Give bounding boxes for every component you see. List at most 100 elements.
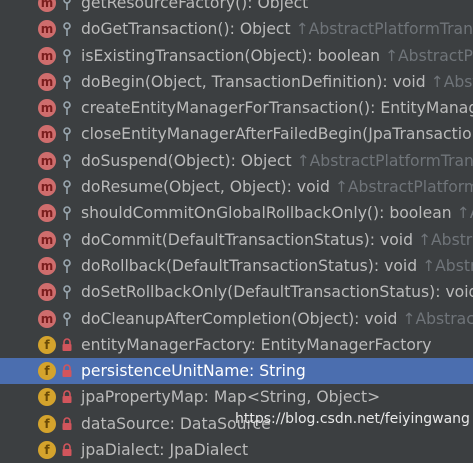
field-icon: f — [38, 414, 56, 433]
method-icon: m — [38, 46, 56, 65]
member-type: void — [364, 309, 398, 328]
lock-icon — [60, 337, 74, 353]
member-type: boolean — [317, 46, 380, 65]
member-type: String — [259, 362, 306, 381]
lock-icon — [60, 442, 74, 458]
member-row[interactable]: f entityManagerFactory: EntityManagerFact… — [0, 332, 473, 358]
method-icon: m — [38, 256, 56, 275]
member-type: Object — [239, 20, 291, 39]
pin-icon — [60, 311, 74, 327]
method-icon: m — [38, 125, 56, 144]
member-type: Map<String, Object> — [213, 388, 381, 407]
member-type: Object — [240, 151, 292, 170]
member-name: doCleanupAfterCompletion(Object): — [81, 309, 360, 328]
member-signature: doBegin(Object, TransactionDefinition): … — [81, 69, 473, 95]
member-row[interactable]: m doSuspend(Object): Object ↑AbstractPlat… — [0, 148, 473, 174]
inherited-from-label: ↑AbstractPlatformTransactionManager — [295, 20, 473, 39]
member-row[interactable]: m getResourceFactory(): Object — [0, 0, 473, 16]
member-row[interactable]: m doSetRollbackOnly(DefaultTransactionSta… — [0, 279, 473, 305]
member-name: doResume(Object, Object): — [81, 178, 292, 197]
member-row[interactable]: m doRollback(DefaultTransactionStatus): v… — [0, 253, 473, 279]
field-icon: f — [38, 388, 56, 407]
pin-icon — [60, 232, 74, 248]
lock-icon — [60, 416, 74, 432]
pin-icon — [60, 126, 74, 142]
member-name: doSetRollbackOnly(DefaultTransactionStat… — [81, 283, 441, 302]
member-row[interactable]: m doGetTransaction(): Object ↑AbstractPla… — [0, 16, 473, 42]
pin-icon — [60, 153, 74, 169]
member-signature: entityManagerFactory: EntityManagerFacto… — [81, 332, 432, 358]
method-icon: m — [38, 151, 56, 170]
member-row[interactable]: m closeEntityManagerAfterFailedBegin(JpaT… — [0, 121, 473, 147]
method-icon: m — [38, 20, 56, 39]
pin-icon — [60, 100, 74, 116]
method-icon: m — [38, 309, 56, 328]
member-name: doRollback(DefaultTransactionStatus): — [81, 256, 380, 275]
member-name: doGetTransaction(): — [81, 20, 235, 39]
member-signature: doSetRollbackOnly(DefaultTransactionStat… — [81, 279, 473, 305]
inherited-from-label: ↑AbstractPlatformTransactionManager — [422, 256, 473, 275]
member-row[interactable]: f persistenceUnitName: String — [0, 358, 473, 385]
member-name: entityManagerFactory: — [81, 335, 256, 354]
field-icon: f — [38, 362, 56, 381]
inherited-from-label: ↑AbstractPlatformTransactionManager — [402, 309, 473, 328]
member-row[interactable]: m isExistingTransaction(Object): boolean … — [0, 43, 473, 69]
member-type: EntityManagerFactory — [260, 335, 432, 354]
member-signature: doRollback(DefaultTransactionStatus): vo… — [81, 253, 473, 279]
member-row[interactable]: m doBegin(Object, TransactionDefinition):… — [0, 69, 473, 95]
member-type: void — [392, 72, 426, 91]
lock-icon — [60, 363, 74, 379]
member-type: void — [384, 256, 418, 275]
pin-icon — [60, 74, 74, 90]
member-row[interactable]: m doCommit(DefaultTransactionStatus): voi… — [0, 227, 473, 253]
member-signature: closeEntityManagerAfterFailedBegin(JpaTr… — [81, 121, 473, 147]
member-row[interactable]: f jpaPropertyMap: Map<String, Object> — [0, 384, 473, 410]
member-type: void — [379, 230, 413, 249]
member-row[interactable]: m doCleanupAfterCompletion(Object): void … — [0, 306, 473, 332]
member-type: Object — [257, 0, 309, 12]
pin-icon — [60, 258, 74, 274]
member-type: JpaDialect — [169, 441, 249, 460]
member-name: dataSource: — [81, 414, 175, 433]
pin-icon — [60, 284, 74, 300]
member-signature: doResume(Object, Object): void ↑Abstract… — [81, 174, 473, 200]
inherited-from-label: ↑AbstractPlatformTransactionManager — [430, 72, 473, 91]
watermark-text: https://blog.csdn.net/feiyingwang — [235, 411, 470, 427]
pin-icon — [60, 48, 74, 64]
member-signature: doCommit(DefaultTransactionStatus): void… — [81, 227, 473, 253]
member-type: boolean — [389, 204, 452, 223]
member-name: doBegin(Object, TransactionDefinition): — [81, 72, 388, 91]
member-signature: isExistingTransaction(Object): boolean ↑… — [81, 43, 473, 69]
member-signature: getResourceFactory(): Object — [81, 0, 308, 16]
member-type: void — [296, 178, 330, 197]
member-signature: doCleanupAfterCompletion(Object): void ↑… — [81, 306, 473, 332]
method-icon: m — [38, 0, 56, 12]
member-name: getResourceFactory(): — [81, 0, 253, 12]
member-signature: jpaPropertyMap: Map<String, Object> — [81, 384, 380, 410]
method-icon: m — [38, 178, 56, 197]
member-name: closeEntityManagerAfterFailedBegin(JpaTr… — [81, 125, 473, 144]
inherited-from-label: ↑AbstractPlatformTransactionManager — [296, 151, 473, 170]
member-name: jpaDialect: — [81, 441, 165, 460]
member-name: doSuspend(Object): — [81, 151, 236, 170]
method-icon: m — [38, 204, 56, 223]
method-icon: m — [38, 230, 56, 249]
member-row[interactable]: m doResume(Object, Object): void ↑Abstrac… — [0, 174, 473, 200]
member-row[interactable]: m createEntityManagerForTransaction(): En… — [0, 95, 473, 121]
member-name: persistenceUnitName: — [81, 362, 255, 381]
field-icon: f — [38, 335, 56, 354]
member-name: isExistingTransaction(Object): — [81, 46, 313, 65]
pin-icon — [60, 179, 74, 195]
field-icon: f — [38, 441, 56, 460]
member-type: EntityManager — [380, 99, 473, 118]
member-name: createEntityManagerForTransaction(): — [81, 99, 376, 118]
lock-icon — [60, 389, 74, 405]
member-type: void — [445, 283, 473, 302]
member-signature: doSuspend(Object): Object ↑AbstractPlatf… — [81, 148, 473, 174]
member-name: shouldCommitOnGlobalRollbackOnly(): — [81, 204, 385, 223]
method-icon: m — [38, 99, 56, 118]
pin-icon — [60, 0, 74, 11]
pin-icon — [60, 21, 74, 37]
member-row[interactable]: m shouldCommitOnGlobalRollbackOnly(): boo… — [0, 200, 473, 226]
inherited-from-label: ↑AbstractPlatformTransactionManager — [384, 46, 473, 65]
